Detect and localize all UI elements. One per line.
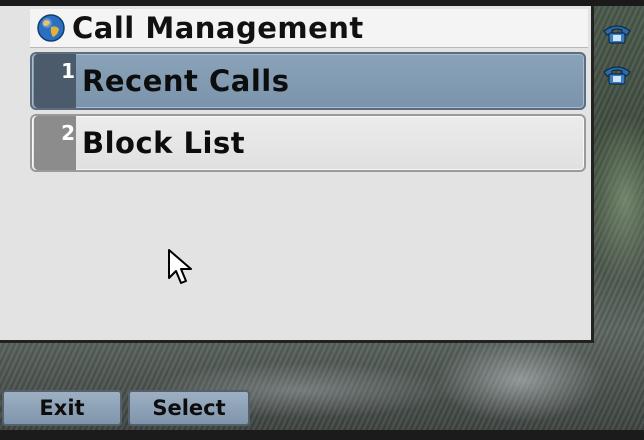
menu-item-label: Block List (82, 126, 246, 160)
call-management-window: Call Management 1 Recent Calls 2 Block L… (0, 6, 594, 343)
select-softkey-button[interactable]: Select (128, 390, 250, 426)
menu-item-number-box: 1 (34, 54, 76, 108)
title-bar: Call Management (30, 9, 588, 48)
menu-item-label: Recent Calls (82, 64, 290, 98)
globe-icon (37, 14, 65, 42)
menu-item-block-list[interactable]: 2 Block List (30, 114, 586, 172)
phone-icon (603, 66, 631, 85)
line-phone-icon-1[interactable] (600, 20, 634, 46)
line-phone-icon-2[interactable] (600, 61, 634, 87)
bottom-bar (0, 430, 644, 440)
menu-item-number: 2 (61, 121, 75, 145)
mouse-cursor-icon (168, 249, 192, 284)
menu-item-number-box: 2 (34, 116, 76, 170)
exit-softkey-button[interactable]: Exit (2, 390, 122, 426)
menu-item-number: 1 (61, 59, 75, 83)
window-title: Call Management (72, 11, 364, 45)
phone-icon (603, 25, 631, 44)
menu-item-recent-calls[interactable]: 1 Recent Calls (30, 52, 586, 110)
